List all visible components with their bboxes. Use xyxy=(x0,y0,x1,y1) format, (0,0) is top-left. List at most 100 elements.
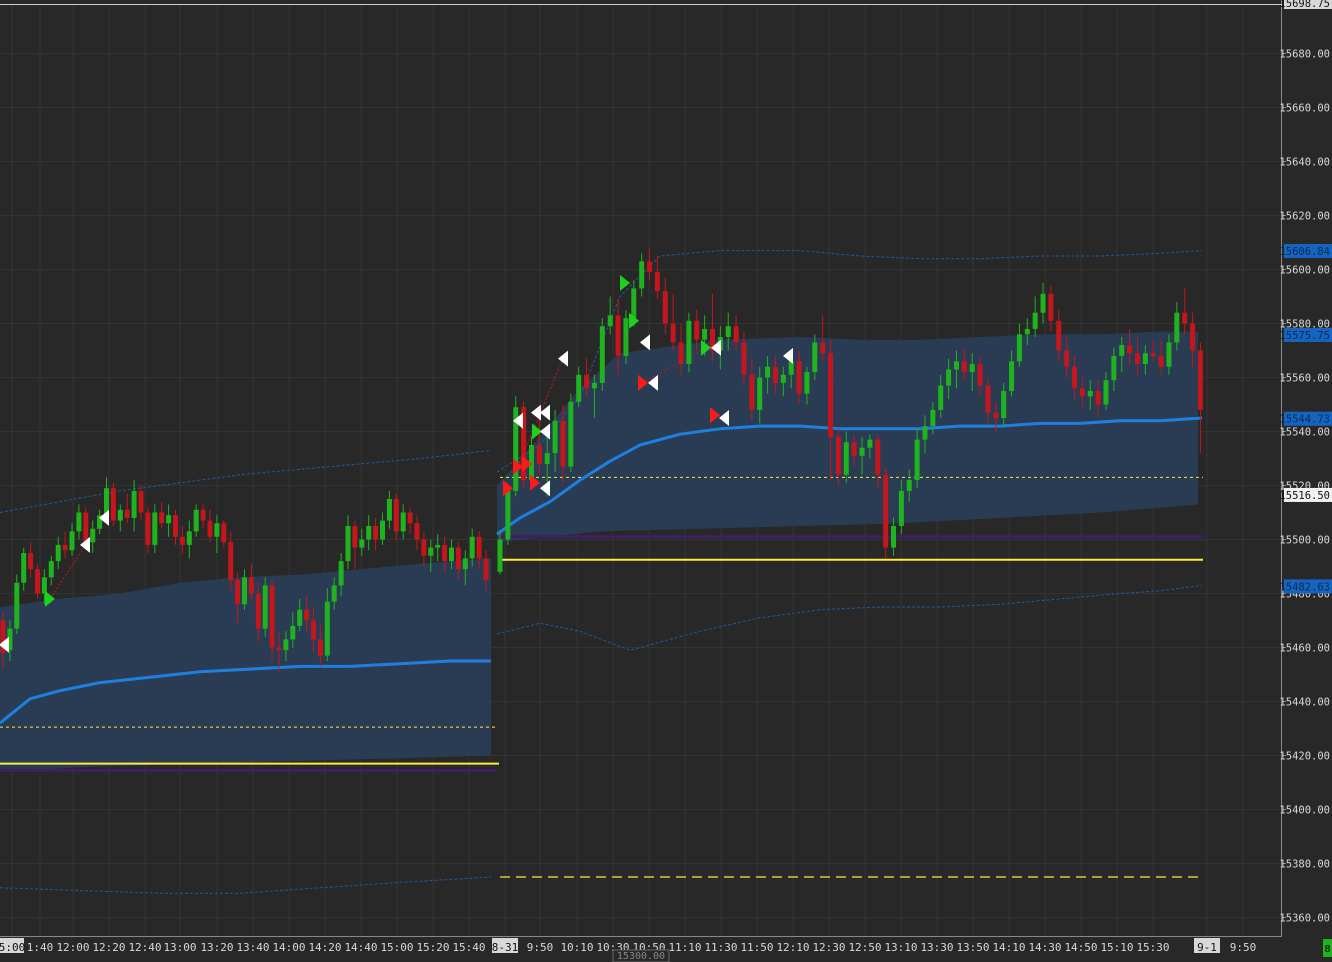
candle-body xyxy=(670,323,676,343)
x-tick-label: 13:20 xyxy=(200,941,233,954)
candle-body xyxy=(851,442,857,456)
candle-body xyxy=(867,439,873,448)
candle-body xyxy=(255,593,261,629)
candle-body xyxy=(214,523,220,537)
y-tick-label: 15640.00 xyxy=(1279,157,1330,169)
y-tick-label: 15600.00 xyxy=(1279,265,1330,277)
candle-body xyxy=(297,609,303,626)
candle-body xyxy=(21,553,27,583)
x-tick-label: 11:10 xyxy=(668,941,701,954)
top-price-label: 15698.75 xyxy=(1279,0,1330,10)
candle-body xyxy=(1119,345,1125,356)
corner-badge: 8 xyxy=(1323,939,1332,957)
candle-body xyxy=(352,526,358,548)
candle-body xyxy=(639,261,645,289)
candle-body xyxy=(324,601,330,656)
price-chart[interactable]: 15360.00 15380.00 15400.00 15420.00 15440.00… xyxy=(0,0,1332,962)
x-tick-label: 13:30 xyxy=(920,941,953,954)
x-tick-label: 14:10 xyxy=(992,941,1025,954)
candle-body xyxy=(373,526,379,540)
price-label: 15606.84 xyxy=(1279,246,1330,258)
candle-body xyxy=(200,509,206,521)
candle-body xyxy=(55,544,61,562)
price-label: 15544.73 xyxy=(1279,414,1330,426)
x-tick-label: 12:30 xyxy=(812,941,845,954)
x-tick-label: 13:50 xyxy=(956,941,989,954)
candle-body xyxy=(1182,312,1188,324)
candle-body xyxy=(1072,366,1078,389)
candle-body xyxy=(1040,293,1046,313)
candle-body xyxy=(117,509,123,521)
candle-body xyxy=(407,512,413,524)
candle-body xyxy=(366,526,372,540)
y-tick-label: 15500.00 xyxy=(1279,535,1330,547)
candle-body xyxy=(304,609,310,621)
candle-body xyxy=(1190,323,1196,351)
candle-body xyxy=(48,561,54,578)
x-tick-label: 9-1 xyxy=(1197,941,1217,954)
candle-body xyxy=(131,490,137,518)
candle-body xyxy=(584,374,590,389)
candle-body xyxy=(69,531,75,551)
x-tick-label: 15:20 xyxy=(416,941,449,954)
x-tick-label: 13:40 xyxy=(236,941,269,954)
candle-body xyxy=(152,512,158,545)
candle-body xyxy=(311,620,316,640)
x-tick-label: 13:10 xyxy=(884,941,917,954)
candle-body xyxy=(654,272,660,292)
candle-body xyxy=(1134,353,1140,364)
candle-body xyxy=(1024,328,1030,335)
candle-body xyxy=(283,639,289,651)
candle-body xyxy=(804,372,810,394)
x-tick-label: 1:40 xyxy=(27,941,54,954)
candle-body xyxy=(1158,355,1164,367)
candle-body xyxy=(173,515,178,537)
candle-body xyxy=(812,342,818,373)
x-tick-label: 12:10 xyxy=(776,941,809,954)
candle-body xyxy=(1166,342,1172,367)
candle-body xyxy=(193,509,199,532)
candle-body xyxy=(276,647,282,651)
candle-body xyxy=(41,577,47,594)
candle-body xyxy=(686,320,692,364)
candle-body xyxy=(820,342,826,354)
y-tick-label: 15440.00 xyxy=(1279,697,1330,709)
candle-body xyxy=(1111,355,1117,381)
candle-body xyxy=(359,539,365,548)
candle-body xyxy=(891,526,896,548)
candle-body xyxy=(953,361,959,370)
candle-body xyxy=(1079,388,1085,397)
candle-body xyxy=(179,536,185,545)
candle-body xyxy=(1087,391,1093,397)
candle-body xyxy=(159,512,165,524)
x-tick-label: 14:40 xyxy=(344,941,377,954)
candle-body xyxy=(694,320,700,340)
candle-body xyxy=(505,490,511,540)
candle-body xyxy=(124,509,130,518)
candle-body xyxy=(662,291,668,324)
candle-body xyxy=(186,531,192,545)
price-label: 15516.50 xyxy=(1279,490,1330,502)
candle-body xyxy=(207,520,213,537)
candle-body xyxy=(483,558,489,580)
x-tick-label: 15:00 xyxy=(380,941,413,954)
candle-body xyxy=(843,442,849,475)
candle-body xyxy=(591,382,597,389)
candle-body xyxy=(442,544,448,562)
candle-body xyxy=(242,577,247,605)
x-tick-label: 9:50 xyxy=(527,941,554,954)
candle-body xyxy=(1048,293,1054,321)
top-price-box: 15698.75 xyxy=(1279,0,1332,10)
candle-body xyxy=(469,536,475,559)
candle-body xyxy=(28,553,34,570)
y-tick-label: 15540.00 xyxy=(1279,427,1330,439)
candle-body xyxy=(977,364,983,386)
candle-body xyxy=(741,342,747,375)
x-tick-label: 9:50 xyxy=(1230,941,1257,954)
candle-body xyxy=(1150,353,1156,356)
candle-body xyxy=(76,512,82,532)
candle-body xyxy=(993,412,999,418)
candle-body xyxy=(969,364,975,373)
candle-body xyxy=(166,515,172,524)
candle-body xyxy=(922,426,928,440)
